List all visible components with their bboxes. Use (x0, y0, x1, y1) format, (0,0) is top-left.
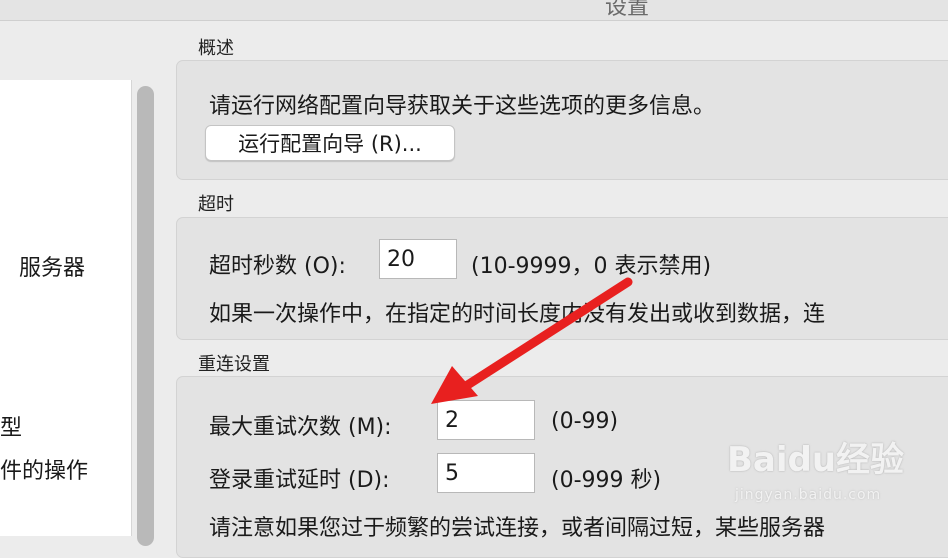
timeout-seconds-label: 超时秒数 (O): (209, 254, 346, 279)
max-retries-label: 最大重试次数 (M): (209, 415, 392, 440)
run-wizard-button[interactable]: 运行配置向导 (R)... (205, 125, 455, 161)
login-retry-delay-input[interactable]: 5 (437, 453, 535, 493)
timeout-seconds-hint: (10-9999，0 表示禁用) (471, 254, 712, 279)
timeout-section-title: 超时 (198, 194, 234, 215)
watermark-logo: Baidu经验 (727, 440, 905, 480)
max-retries-hint: (0-99) (551, 409, 619, 434)
sidebar-scrollbar-thumb[interactable] (137, 86, 154, 546)
sidebar-item-type[interactable]: 型 (0, 410, 22, 442)
sidebar-item-server[interactable]: 服务器 (19, 250, 85, 282)
login-retry-delay-label: 登录重试延时 (D): (209, 468, 390, 493)
reconnect-section-title: 重连设置 (198, 354, 270, 375)
timeout-description: 如果一次操作中，在指定的时间长度内没有发出或收到数据，连 (209, 302, 826, 327)
title-bar: 设置 (0, 0, 948, 21)
reconnect-description: 请注意如果您过于频繁的尝试连接，或者间隔过短，某些服务器 (209, 516, 826, 541)
timeout-seconds-input[interactable]: 20 (379, 239, 457, 279)
baidu-watermark: Baidu经验 jingyan.baidu.com (727, 432, 927, 512)
watermark-url: jingyan.baidu.com (735, 487, 882, 503)
sidebar: 服务器 型 件的操作 (0, 80, 132, 536)
max-retries-input[interactable]: 2 (437, 400, 535, 440)
overview-section-title: 概述 (198, 38, 234, 59)
overview-group (176, 60, 948, 180)
overview-description: 请运行网络配置向导获取关于这些选项的更多信息。 (209, 94, 716, 119)
sidebar-item-file-operations[interactable]: 件的操作 (0, 453, 88, 485)
window-title: 设置 (605, 0, 650, 20)
login-retry-delay-hint: (0-999 秒) (551, 468, 662, 493)
